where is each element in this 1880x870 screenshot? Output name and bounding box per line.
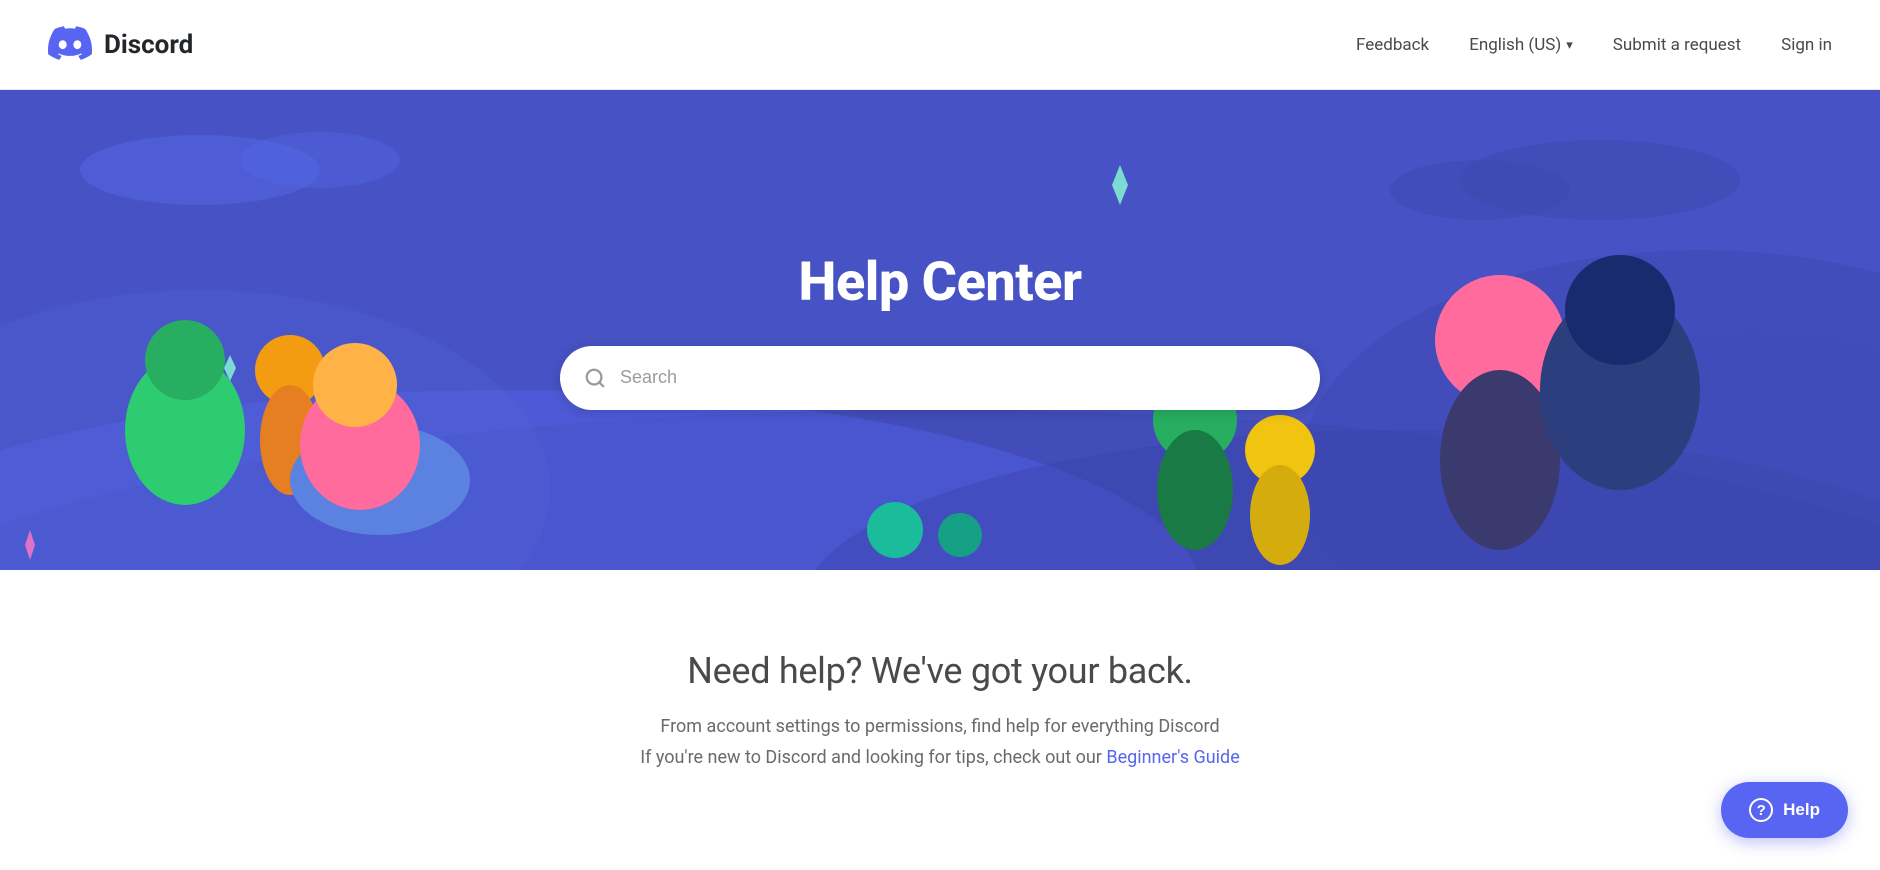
help-button-label: Help	[1783, 800, 1820, 820]
sub-text-line1: From account settings to permissions, fi…	[660, 716, 1219, 737]
submit-request-link[interactable]: Submit a request	[1613, 35, 1741, 55]
help-button[interactable]: ? Help	[1721, 782, 1848, 838]
language-selector[interactable]: English (US) ▾	[1469, 35, 1573, 55]
search-input[interactable]	[620, 367, 1296, 388]
sub-text-line2-prefix: If you're new to Discord and looking for…	[640, 747, 1106, 768]
sign-in-link[interactable]: Sign in	[1781, 35, 1832, 55]
feedback-link[interactable]: Feedback	[1356, 35, 1429, 55]
below-hero-section: Need help? We've got your back. From acc…	[0, 570, 1880, 813]
main-nav: Feedback English (US) ▾ Submit a request…	[1356, 35, 1832, 55]
search-icon	[584, 367, 606, 389]
help-circle-icon: ?	[1749, 798, 1773, 822]
logo-text: Discord	[104, 30, 193, 60]
help-center-title: Help Center	[798, 251, 1081, 314]
chevron-down-icon: ▾	[1566, 38, 1573, 53]
beginners-guide-link[interactable]: Beginner's Guide	[1106, 747, 1239, 768]
site-header: Discord Feedback English (US) ▾ Submit a…	[0, 0, 1880, 90]
logo-area[interactable]: Discord	[48, 21, 193, 69]
tagline: Need help? We've got your back.	[48, 650, 1832, 692]
sub-text: From account settings to permissions, fi…	[48, 712, 1832, 773]
language-label: English (US)	[1469, 35, 1561, 55]
hero-section: Help Center	[0, 90, 1880, 570]
hero-content: Help Center	[560, 251, 1320, 410]
discord-logo-icon	[48, 21, 92, 69]
search-bar	[560, 346, 1320, 410]
